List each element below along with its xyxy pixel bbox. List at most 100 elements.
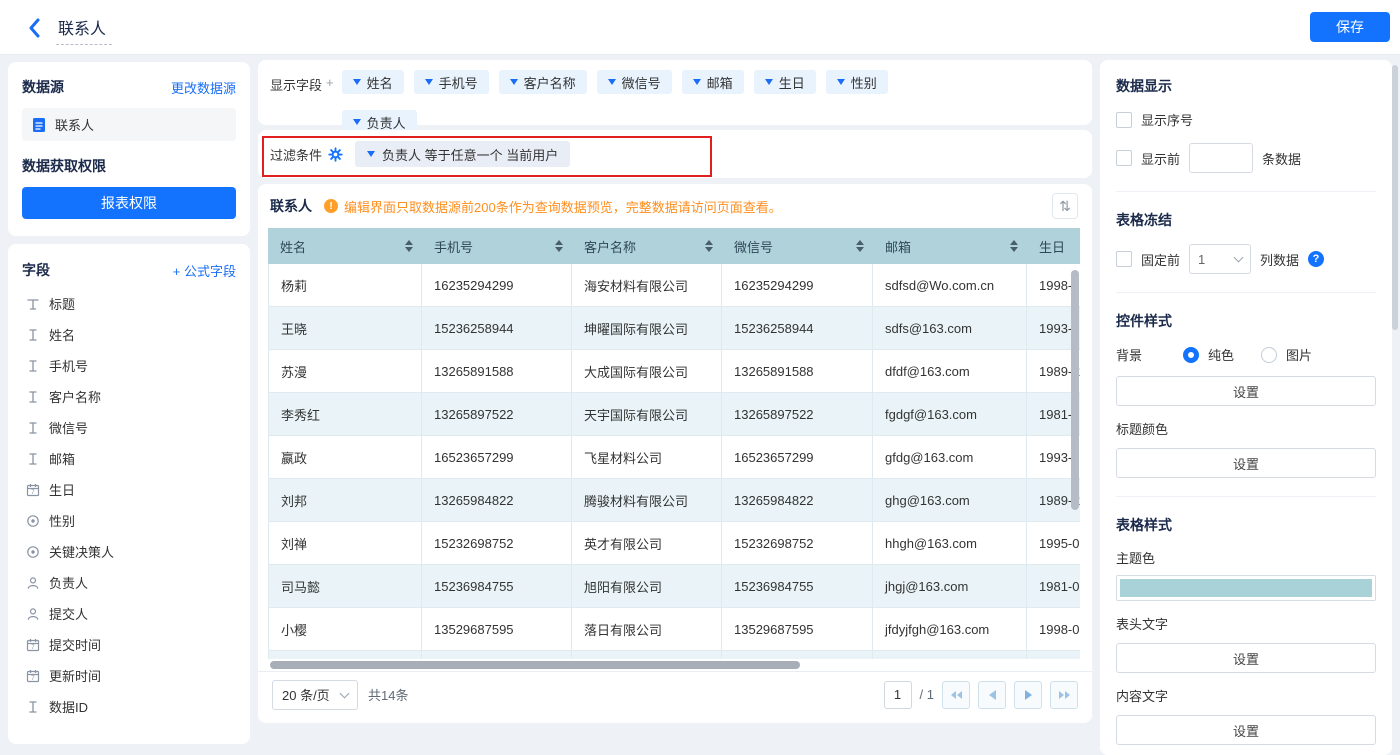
theme-color-picker[interactable]	[1116, 575, 1376, 601]
change-datasource-link[interactable]: 更改数据源	[171, 78, 236, 97]
table-cell: 英才有限公司	[572, 522, 722, 564]
column-header[interactable]: 姓名	[268, 228, 422, 264]
field-item[interactable]: 数据ID	[22, 691, 236, 722]
show-index-checkbox[interactable]	[1116, 112, 1132, 128]
bg-image-radio[interactable]	[1261, 347, 1277, 363]
sort-arrows-icon[interactable]	[856, 240, 864, 252]
prev-page-button[interactable]	[978, 681, 1006, 709]
show-first-count-input[interactable]	[1189, 143, 1253, 173]
report-permission-button[interactable]: 报表权限	[22, 187, 236, 219]
sort-asc-icon	[856, 240, 864, 245]
background-set-button[interactable]: 设置	[1116, 376, 1376, 406]
field-item[interactable]: 7生日	[22, 474, 236, 505]
chevron-down-icon	[1234, 253, 1244, 263]
display-field-chip[interactable]: 手机号	[414, 70, 489, 94]
display-field-chip[interactable]: 姓名	[342, 70, 404, 94]
column-header[interactable]: 微信号	[722, 228, 873, 264]
next-page-button[interactable]	[1014, 681, 1042, 709]
column-header[interactable]: 生日	[1027, 228, 1080, 264]
chevron-down-icon	[837, 79, 845, 85]
sort-toggle-button[interactable]: ⇅	[1052, 193, 1078, 219]
field-item[interactable]: 手机号	[22, 350, 236, 381]
column-header[interactable]: 手机号	[422, 228, 572, 264]
chevron-down-icon	[693, 79, 701, 85]
page-size-select[interactable]: 20 条/页	[272, 680, 358, 710]
add-display-field-button[interactable]: +	[326, 70, 334, 115]
field-item[interactable]: 微信号	[22, 412, 236, 443]
field-item[interactable]: 客户名称	[22, 381, 236, 412]
field-item[interactable]: 负责人	[22, 567, 236, 598]
sort-arrows-icon[interactable]	[555, 240, 563, 252]
content-text-set-button[interactable]: 设置	[1116, 715, 1376, 745]
filter-condition-chip[interactable]: 负责人 等于任意一个 当前用户	[355, 141, 570, 167]
datasource-item[interactable]: 联系人	[22, 108, 236, 141]
column-header-label: 生日	[1039, 237, 1065, 256]
table-cell: 杨莉	[268, 264, 422, 306]
sort-desc-icon	[856, 247, 864, 252]
field-item[interactable]: 邮箱	[22, 443, 236, 474]
add-formula-field-link[interactable]: + 公式字段	[173, 261, 236, 280]
table-cell: 苏漫	[268, 350, 422, 392]
field-item[interactable]: 7更新时间	[22, 660, 236, 691]
sort-arrows-icon[interactable]	[1010, 240, 1018, 252]
theme-color-label: 主题色	[1116, 548, 1376, 567]
bg-solid-label: 纯色	[1208, 345, 1234, 364]
chip-label: 客户名称	[524, 73, 576, 92]
title-icon	[25, 296, 40, 311]
table-cell: 落日有限公司	[572, 608, 722, 650]
table-row: 小樱13529687595落日有限公司13529687595jfdyjfgh@1…	[268, 608, 1080, 651]
chip-label: 负责人	[367, 113, 406, 132]
current-page-input[interactable]: 1	[884, 681, 912, 709]
fields-card: 字段 + 公式字段 标题姓名手机号客户名称微信号邮箱7生日性别关键决策人负责人提…	[8, 244, 250, 744]
title-color-set-button[interactable]: 设置	[1116, 448, 1376, 478]
field-item-label: 邮箱	[49, 449, 75, 468]
title-color-label: 标题颜色	[1116, 419, 1376, 438]
theme-color-swatch	[1120, 579, 1372, 597]
column-header-label: 微信号	[734, 237, 773, 256]
table-cell: 海安材料有限公司	[572, 264, 722, 306]
first-page-button[interactable]	[942, 681, 970, 709]
table-cell: sdfs@163.com	[873, 307, 1027, 349]
column-header[interactable]: 邮箱	[873, 228, 1027, 264]
field-item-label: 标题	[49, 294, 75, 313]
bg-solid-radio[interactable]	[1183, 347, 1199, 363]
freeze-checkbox[interactable]	[1116, 251, 1132, 267]
freeze-count-select[interactable]: 1	[1189, 244, 1251, 274]
last-page-button[interactable]	[1050, 681, 1078, 709]
display-field-chip[interactable]: 微信号	[597, 70, 672, 94]
data-table: 姓名手机号客户名称微信号邮箱生日 杨莉16235294299海安材料有限公司16…	[268, 228, 1080, 659]
text-icon	[25, 699, 40, 714]
field-item-label: 客户名称	[49, 387, 101, 406]
page-title[interactable]: 联系人	[56, 15, 112, 45]
sort-arrows-icon[interactable]	[705, 240, 713, 252]
display-field-chip[interactable]: 性别	[826, 70, 888, 94]
header-text-set-button[interactable]: 设置	[1116, 643, 1376, 673]
field-item[interactable]: 7提交时间	[22, 629, 236, 660]
display-field-chip[interactable]: 邮箱	[682, 70, 744, 94]
page-scrollbar[interactable]	[1392, 65, 1398, 330]
field-item[interactable]: 标题	[22, 288, 236, 319]
display-field-chip[interactable]: 客户名称	[499, 70, 587, 94]
sort-arrows-icon[interactable]	[405, 240, 413, 252]
column-header[interactable]: 客户名称	[572, 228, 722, 264]
radio-icon	[25, 513, 40, 528]
calendar-icon: 7	[25, 668, 40, 683]
field-item[interactable]: 关键决策人	[22, 536, 236, 567]
filter-condition-text: 负责人 等于任意一个 当前用户	[382, 145, 558, 164]
filter-card: 过滤条件 负责人 等于任意一个 当前用户	[258, 130, 1092, 178]
content-text-label: 内容文字	[1116, 686, 1376, 705]
field-item[interactable]: 姓名	[22, 319, 236, 350]
field-item[interactable]: 性别	[22, 505, 236, 536]
table-cell: 15236984755	[422, 565, 572, 607]
field-item[interactable]: 提交人	[22, 598, 236, 629]
show-first-checkbox[interactable]	[1116, 150, 1132, 166]
save-button[interactable]: 保存	[1310, 12, 1390, 42]
column-header-label: 姓名	[280, 237, 306, 256]
table-vertical-scrollbar[interactable]	[1071, 270, 1079, 510]
table-horizontal-scrollbar[interactable]	[270, 661, 800, 669]
back-icon[interactable]	[28, 17, 46, 39]
gear-icon[interactable]	[328, 147, 343, 162]
table-title: 联系人	[270, 196, 312, 216]
help-icon[interactable]: ?	[1308, 251, 1324, 267]
display-field-chip[interactable]: 生日	[754, 70, 816, 94]
